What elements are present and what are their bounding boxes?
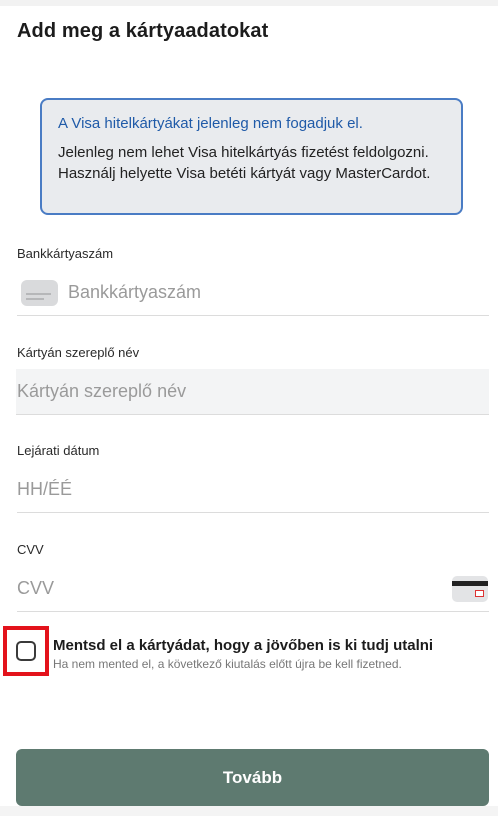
cardholder-name-label: Kártyán szereplő név: [17, 345, 140, 360]
cardholder-name-field: Kártyán szereplő név Kártyán szereplő né…: [16, 345, 489, 415]
visa-notice-banner: A Visa hitelkártyákat jelenleg nem fogad…: [40, 98, 463, 215]
continue-button[interactable]: Tovább: [16, 749, 489, 806]
cardholder-name-input[interactable]: Kártyán szereplő név: [16, 369, 489, 415]
card-stripe: [452, 581, 488, 586]
top-divider: [0, 0, 498, 6]
notice-body: Jelenleg nem lehet Visa hitelkártyás fiz…: [58, 144, 431, 182]
cardholder-name-placeholder: Kártyán szereplő név: [17, 381, 187, 401]
save-card-checkbox[interactable]: [16, 641, 36, 661]
bottom-divider: [0, 806, 498, 816]
notice-title: A Visa hitelkártyákat jelenleg nem fogad…: [58, 115, 363, 132]
cvv-input[interactable]: CVV: [17, 566, 489, 612]
card-number-input[interactable]: Bankkártyaszám: [17, 270, 489, 316]
expiry-placeholder: HH/ÉÉ: [17, 479, 73, 499]
save-card-subtitle: Ha nem mented el, a következő kiutalás e…: [53, 657, 402, 671]
card-number-label: Bankkártyaszám: [17, 246, 114, 261]
card-details-page: Add meg a kártyaadatokat A Visa hitelkár…: [0, 0, 498, 816]
expiry-field: Lejárati dátum HH/ÉÉ: [17, 443, 489, 513]
cvv-label: CVV: [17, 542, 44, 557]
expiry-label: Lejárati dátum: [17, 443, 100, 458]
cvv-box: [475, 590, 484, 597]
card-icon: [21, 279, 58, 306]
save-card-checkbox-highlight: [3, 626, 49, 676]
save-card-title: Mentsd el a kártyádat, hogy a jövőben is…: [53, 637, 434, 654]
cvv-placeholder: CVV: [17, 578, 55, 598]
cvv-field: CVV CVV: [17, 542, 489, 612]
card-back-cvv-icon: [452, 576, 488, 602]
card-number-field: Bankkártyaszám Bankkártyaszám: [17, 246, 489, 316]
card-number-placeholder: Bankkártyaszám: [68, 282, 202, 302]
page-title: Add meg a kártyaadatokat: [17, 20, 269, 42]
expiry-input[interactable]: HH/ÉÉ: [17, 467, 489, 513]
